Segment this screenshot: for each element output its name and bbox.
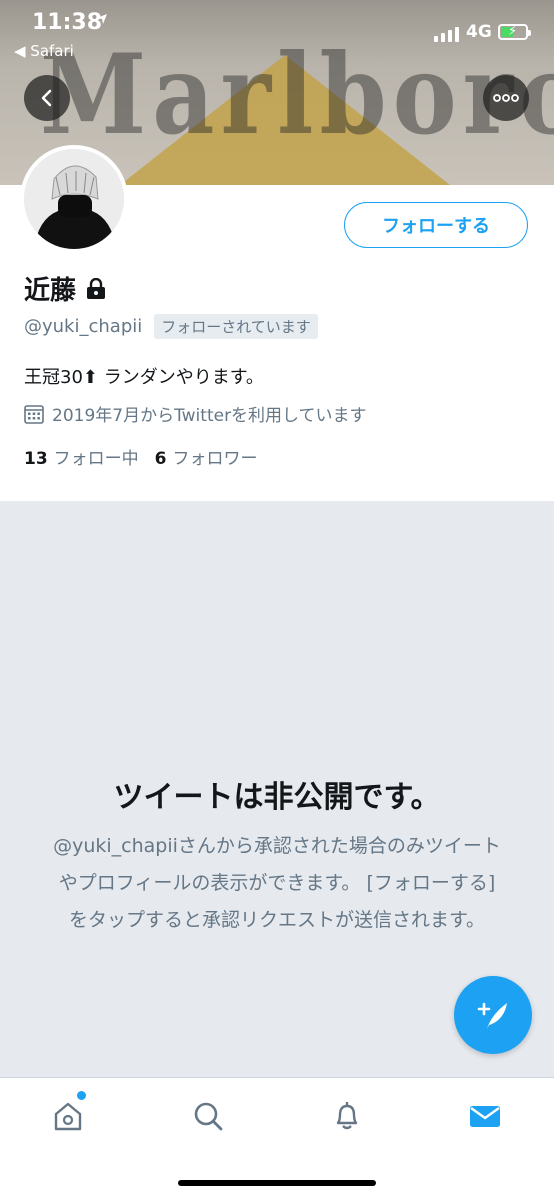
more-options-button[interactable] (483, 75, 529, 121)
following-label: フォロー中 (53, 449, 139, 469)
name-row: 近藤 (24, 270, 106, 307)
tab-notifications[interactable] (327, 1096, 367, 1136)
display-name: 近藤 (24, 276, 77, 306)
status-bar: 11:38 ◀ Safari 4G ⚡ (0, 0, 554, 66)
joined-date: 2019年7月からTwitterを利用しています (24, 401, 367, 426)
handle-row: @yuki_chapii フォローされています (24, 314, 318, 339)
follows-you-badge: フォローされています (154, 314, 318, 339)
signal-icon (434, 26, 459, 42)
back-to-app-link[interactable]: ◀ Safari (14, 42, 74, 60)
compose-feather-icon (477, 1002, 507, 1029)
joined-text: 2019年7月からTwitterを利用しています (52, 406, 367, 426)
back-button[interactable] (24, 75, 70, 121)
followers-count: 6 (154, 449, 167, 469)
location-arrow-icon (97, 14, 107, 24)
more-icon (493, 94, 519, 102)
chevron-left-icon (41, 89, 52, 107)
search-icon (194, 1102, 223, 1131)
profile-bio: 王冠30⬆ ランダンやります。 (24, 367, 264, 388)
followers-label: フォロワー (172, 449, 258, 469)
avatar-image (24, 149, 124, 249)
home-indicator (178, 1180, 376, 1186)
home-icon (54, 1102, 82, 1131)
avatar[interactable] (20, 145, 128, 253)
follow-stats: 13 フォロー中 6 フォロワー (24, 444, 258, 469)
bell-icon (336, 1102, 358, 1130)
follow-button[interactable]: フォローする (344, 202, 528, 248)
tab-search[interactable] (188, 1096, 228, 1136)
status-time: 11:38 (32, 10, 103, 35)
user-handle: @yuki_chapii (24, 316, 143, 337)
protected-title: ツイートは非公開です。 (113, 780, 441, 815)
network-type: 4G (466, 22, 492, 42)
calendar-icon (24, 404, 44, 424)
tab-home[interactable] (48, 1096, 88, 1136)
battery-icon: ⚡ (498, 24, 531, 40)
protected-body: @yuki_chapiiさんから承認された場合のみツイートやプロフィールの表示が… (53, 835, 501, 931)
home-notification-dot (77, 1091, 86, 1100)
compose-tweet-button[interactable] (454, 976, 532, 1054)
lock-icon (87, 277, 106, 299)
followers-link[interactable]: 6 フォロワー (155, 444, 258, 469)
following-count: 13 (24, 449, 48, 469)
mail-icon (470, 1106, 500, 1127)
following-link[interactable]: 13 フォロー中 (24, 444, 139, 469)
tab-messages[interactable] (465, 1096, 505, 1136)
